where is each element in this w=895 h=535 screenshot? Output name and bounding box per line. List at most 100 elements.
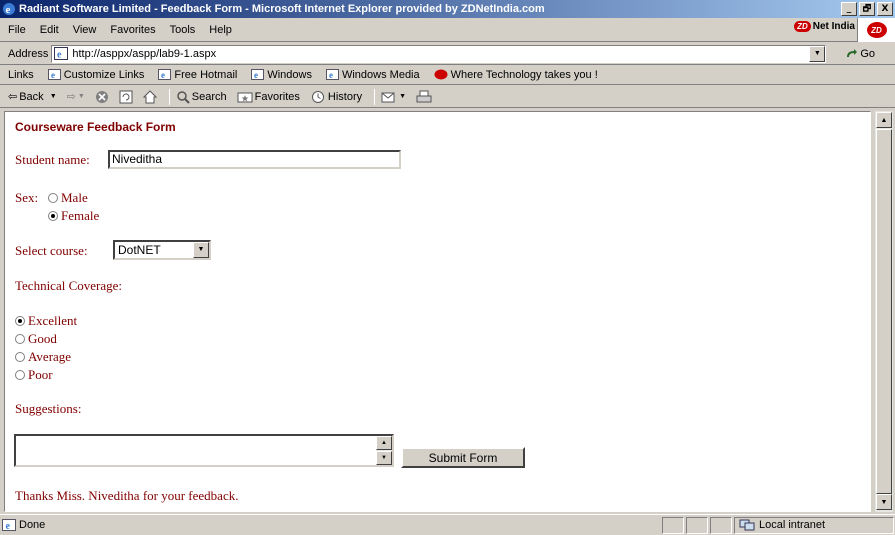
coverage-option-average[interactable]: Average xyxy=(15,349,71,365)
page-icon: e xyxy=(54,47,69,61)
refresh-button[interactable] xyxy=(119,90,133,104)
suggestions-label: Suggestions: xyxy=(15,401,82,416)
print-button[interactable] xyxy=(416,90,432,104)
refresh-icon xyxy=(119,90,133,103)
favorites-folder-icon xyxy=(237,92,253,102)
textarea-scroll-down-icon[interactable]: ▼ xyxy=(376,451,392,465)
sex-option-female[interactable]: Female xyxy=(48,208,99,224)
menu-edit[interactable]: Edit xyxy=(40,24,59,36)
menu-tools[interactable]: Tools xyxy=(170,24,196,36)
svg-text:e: e xyxy=(57,50,62,61)
address-dropdown-button[interactable]: ▼ xyxy=(809,45,826,62)
restore-button[interactable]: 🗗 xyxy=(859,2,875,16)
search-button[interactable]: Search xyxy=(176,90,227,104)
course-select[interactable]: DotNET ▼ xyxy=(113,240,211,260)
home-button[interactable] xyxy=(142,89,157,104)
status-bar: e Done Local intranet xyxy=(0,514,895,535)
address-label: Address xyxy=(8,47,49,60)
mail-button[interactable]: ▼ xyxy=(381,91,406,103)
menu-view[interactable]: View xyxy=(73,24,97,36)
svg-text:e: e xyxy=(254,70,258,80)
form-heading: Courseware Feedback Form xyxy=(15,120,176,134)
links-label: Links xyxy=(8,68,34,81)
radio-average[interactable] xyxy=(15,352,25,362)
link-where-technology[interactable]: Where Technology takes you ! xyxy=(434,69,598,81)
zd-throbber-icon: ZD xyxy=(866,22,887,38)
go-button[interactable]: Go xyxy=(846,48,875,60)
radio-poor[interactable] xyxy=(15,370,25,380)
textarea-scrollbar[interactable]: ▲ ▼ xyxy=(376,436,392,465)
zd-logo-icon: ZD xyxy=(794,21,811,32)
back-arrow-icon: ⇦ xyxy=(8,91,18,103)
menu-favorites[interactable]: Favorites xyxy=(110,24,155,36)
toolbar-separator xyxy=(168,88,170,105)
scroll-thumb[interactable] xyxy=(876,129,892,494)
course-selected-value: DotNET xyxy=(118,243,161,257)
status-text: Done xyxy=(19,519,46,531)
favorites-button[interactable]: Favorites xyxy=(237,91,300,103)
stop-icon xyxy=(95,90,108,103)
ie-page-icon: e xyxy=(325,69,339,80)
stop-button[interactable] xyxy=(95,90,109,104)
radio-female[interactable] xyxy=(48,211,58,221)
menu-bar: File Edit View Favorites Tools Help ZD N… xyxy=(0,18,895,42)
forward-button[interactable]: ⇨ ▼ xyxy=(67,90,85,103)
history-button[interactable]: History xyxy=(310,90,362,104)
svg-text:e: e xyxy=(6,521,11,531)
thanks-message: Thanks Miss. Niveditha for your feedback… xyxy=(15,488,239,503)
title-bar: e Radiant Software Limited - Feedback Fo… xyxy=(0,0,895,18)
window-title: Radiant Software Limited - Feedback Form… xyxy=(19,3,545,15)
svg-text:e: e xyxy=(161,70,165,80)
search-icon xyxy=(177,90,190,104)
minimize-button[interactable]: _ xyxy=(841,2,857,16)
status-pane xyxy=(686,516,708,534)
toolbar-separator xyxy=(374,88,376,105)
coverage-label: Technical Coverage: xyxy=(15,278,123,293)
print-icon xyxy=(416,90,432,102)
scroll-up-icon[interactable]: ▲ xyxy=(876,112,892,128)
links-bar: Links e Customize Links e Free Hotmail e… xyxy=(0,65,895,85)
address-input[interactable]: e http://asppx/aspp/lab9-1.aspx ▼ xyxy=(51,44,827,63)
page-content: Courseware Feedback Form Student name: N… xyxy=(4,111,871,512)
ie-page-icon: e xyxy=(2,519,16,531)
security-zone: Local intranet xyxy=(734,516,894,534)
radio-male[interactable] xyxy=(48,193,58,203)
radio-good[interactable] xyxy=(15,334,25,344)
ie-page-icon: e xyxy=(47,69,61,80)
submit-form-button[interactable]: Submit Form xyxy=(401,447,525,468)
menu-help[interactable]: Help xyxy=(209,24,232,36)
radio-excellent[interactable] xyxy=(15,316,25,326)
forward-dropdown-icon: ▼ xyxy=(77,93,85,100)
go-arrow-icon xyxy=(847,48,858,57)
coverage-option-poor[interactable]: Poor xyxy=(15,367,53,383)
page-scrollbar[interactable]: ▲ ▼ xyxy=(875,111,893,512)
zdnet-brand: ZD Net India xyxy=(794,21,855,32)
forward-arrow-icon: ⇨ xyxy=(66,91,76,103)
close-button[interactable]: X xyxy=(877,2,893,16)
course-dropdown-arrow-icon[interactable]: ▼ xyxy=(193,242,209,258)
link-windows-media[interactable]: e Windows Media xyxy=(325,69,420,81)
home-icon xyxy=(142,89,157,103)
back-button[interactable]: ⇦ Back ▼ xyxy=(8,90,57,104)
suggestions-textarea[interactable]: ▲ ▼ xyxy=(14,434,394,467)
svg-text:e: e xyxy=(51,70,55,80)
sex-label: Sex: xyxy=(15,190,39,205)
link-windows[interactable]: e Windows xyxy=(251,69,312,81)
throbber: ZD xyxy=(857,18,895,42)
sex-option-male[interactable]: Male xyxy=(48,190,88,206)
zd-link-icon xyxy=(434,69,448,80)
link-customize-links[interactable]: e Customize Links xyxy=(47,69,144,81)
go-label: Go xyxy=(860,47,876,60)
coverage-option-good[interactable]: Good xyxy=(15,331,57,347)
coverage-option-excellent[interactable]: Excellent xyxy=(15,313,77,329)
menu-file[interactable]: File xyxy=(8,24,26,36)
status-pane xyxy=(710,516,732,534)
ie-page-icon: e xyxy=(251,69,265,80)
standard-toolbar: ⇦ Back ▼ ⇨ ▼ Search Favorites History ▼ xyxy=(0,86,895,108)
textarea-scroll-up-icon[interactable]: ▲ xyxy=(376,436,392,450)
scroll-down-icon[interactable]: ▼ xyxy=(876,494,892,510)
brand-text: Net India xyxy=(812,21,855,32)
student-name-input[interactable]: Niveditha xyxy=(108,150,401,169)
mail-icon xyxy=(381,92,395,102)
link-free-hotmail[interactable]: e Free Hotmail xyxy=(158,69,237,81)
